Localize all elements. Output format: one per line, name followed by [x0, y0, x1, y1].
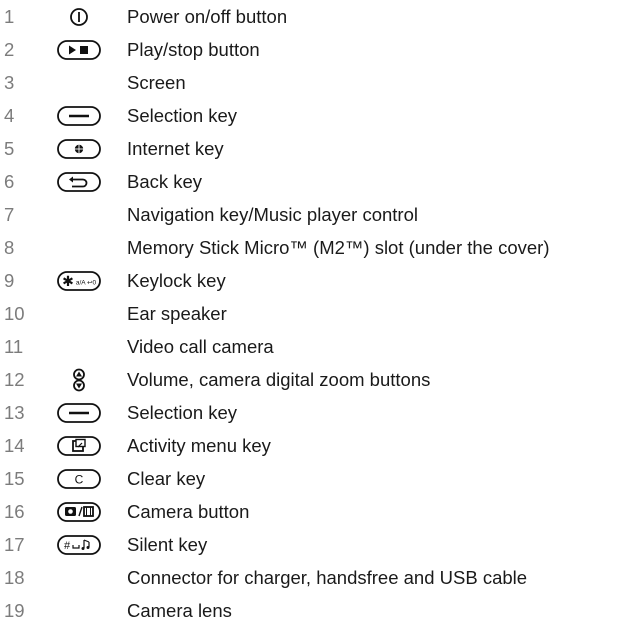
item-label: Clear key: [127, 468, 206, 489]
back-key-icon: [55, 171, 103, 193]
item-label: Memory Stick Micro™ (M2™) slot (under th…: [127, 237, 550, 258]
legend-row: 9 ✱ a/A ↩0 Keylock key: [0, 264, 617, 297]
item-number: 8: [4, 237, 15, 258]
item-number: 4: [4, 105, 15, 126]
legend-row: 16 Camera button: [0, 495, 617, 528]
item-number: 11: [4, 336, 24, 357]
item-label: Selection key: [127, 402, 238, 423]
svg-text:#: #: [64, 540, 71, 552]
item-number: 2: [4, 39, 15, 60]
item-label: Camera button: [127, 501, 250, 522]
legend-row: 18 Connector for charger, handsfree and …: [0, 561, 617, 594]
item-number: 14: [4, 435, 25, 456]
power-icon: [55, 6, 103, 28]
legend-row: 12 Volume, camera digital zoom buttons: [0, 363, 617, 396]
legend-row: 14 Activity menu key: [0, 429, 617, 462]
item-label: Selection key: [127, 105, 238, 126]
item-label: Video call camera: [127, 336, 274, 357]
legend-row: 3 Screen: [0, 66, 617, 99]
legend-row: 4 Selection key: [0, 99, 617, 132]
item-number: 13: [4, 402, 25, 423]
item-label: Ear speaker: [127, 303, 227, 324]
item-label: Activity menu key: [127, 435, 271, 456]
item-number: 12: [4, 369, 25, 390]
legend-row: 19 Camera lens: [0, 594, 617, 627]
item-number: 19: [4, 600, 25, 621]
item-label: Play/stop button: [127, 39, 260, 60]
item-label: Screen: [127, 72, 186, 93]
legend-row: 13 Selection key: [0, 396, 617, 429]
legend-row: 17 # Silent key: [0, 528, 617, 561]
silent-key-icon: #: [55, 534, 103, 556]
legend-row: 2 Play/stop button: [0, 33, 617, 66]
volume-updown-icon: [55, 368, 103, 392]
item-number: 15: [4, 468, 25, 489]
item-number: 1: [4, 6, 15, 27]
item-number: 7: [4, 204, 15, 225]
item-number: 9: [4, 270, 15, 291]
legend-row: 11 Video call camera: [0, 330, 617, 363]
legend-row: 1 Power on/off button: [0, 0, 617, 33]
camera-button-icon: [55, 501, 103, 523]
item-label: Volume, camera digital zoom buttons: [127, 369, 431, 390]
selection-key-icon: [55, 105, 103, 127]
item-number: 16: [4, 501, 25, 522]
icon-text: C: [75, 473, 84, 487]
legend-row: 6 Back key: [0, 165, 617, 198]
item-label: Power on/off button: [127, 6, 288, 27]
item-number: 5: [4, 138, 15, 159]
item-label: Navigation key/Music player control: [127, 204, 418, 225]
legend-row: 8 Memory Stick Micro™ (M2™) slot (under …: [0, 231, 617, 264]
play-stop-icon: [55, 39, 103, 61]
item-number: 3: [4, 72, 15, 93]
item-number: 18: [4, 567, 25, 588]
item-label: Back key: [127, 171, 203, 192]
svg-text:✱: ✱: [62, 273, 74, 289]
clear-key-icon: C: [55, 468, 103, 490]
legend-row: 5 Internet key: [0, 132, 617, 165]
activity-menu-key-icon: [55, 435, 103, 457]
legend-row: 15 C Clear key: [0, 462, 617, 495]
item-label: Silent key: [127, 534, 208, 555]
item-label: Keylock key: [127, 270, 226, 291]
selection-key-icon: [55, 402, 103, 424]
item-number: 17: [4, 534, 25, 555]
legend-row: 7 Navigation key/Music player control: [0, 198, 617, 231]
item-number: 6: [4, 171, 15, 192]
legend-row: 10 Ear speaker: [0, 297, 617, 330]
item-label: Camera lens: [127, 600, 232, 621]
item-number: 10: [4, 303, 25, 324]
keylock-key-icon: ✱ a/A ↩0: [55, 270, 103, 292]
item-label: Connector for charger, handsfree and USB…: [127, 567, 528, 588]
icon-text: a/A ↩0: [76, 280, 97, 287]
internet-key-icon: [55, 138, 103, 160]
item-label: Internet key: [127, 138, 224, 159]
